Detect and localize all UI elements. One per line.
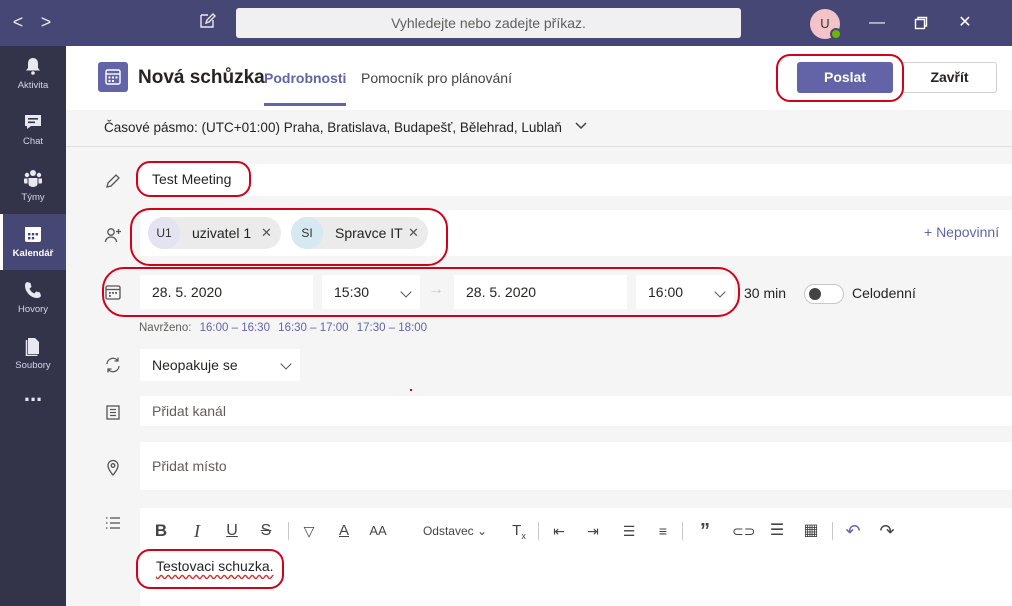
pencil-icon: [106, 174, 120, 188]
back-button[interactable]: <: [8, 12, 28, 32]
app-rail: Aktivita Chat Týmy Kalendář Hovory Soubo…: [0, 46, 66, 606]
rail-item-calendar[interactable]: Kalendář: [0, 214, 66, 270]
paragraph-label: Odstavec: [422, 524, 474, 538]
annotation-body: [136, 549, 284, 589]
annotation-datetime: [102, 267, 740, 317]
location-pin-icon: [107, 459, 119, 476]
presence-icon: [830, 28, 842, 40]
more-icon: ...: [23, 381, 43, 406]
redo-icon[interactable]: ↷: [878, 520, 896, 542]
rail-item-teams[interactable]: Týmy: [0, 158, 66, 214]
user-avatar[interactable]: U: [810, 9, 842, 40]
suggested-slot[interactable]: 16:00 – 16:30: [200, 322, 270, 334]
channel-input[interactable]: Přidat kanál: [140, 396, 1012, 426]
calendar-icon: [25, 227, 41, 242]
page-title: Nová schůzka: [138, 67, 265, 88]
toggle-knob: [809, 288, 821, 300]
decrease-indent-icon[interactable]: ⇤: [550, 520, 568, 542]
teams-icon: [24, 170, 42, 187]
horizontal-rule-icon[interactable]: ☰: [768, 520, 786, 542]
suggested-label: Navrženo:: [139, 322, 192, 334]
title-bar: < > Vyhledejte nebo zadejte příkaz. U — …: [0, 0, 1012, 46]
rail-label: Soubory: [15, 360, 51, 371]
underline-icon[interactable]: U: [224, 520, 240, 542]
phone-icon: [25, 282, 41, 298]
annotation-send: [776, 54, 904, 102]
forward-button[interactable]: >: [36, 12, 56, 32]
strikethrough-icon[interactable]: S: [258, 520, 274, 542]
quote-icon[interactable]: ”: [696, 520, 714, 542]
clear-formatting-icon[interactable]: Tx: [510, 520, 528, 542]
rail-item-more[interactable]: ...: [0, 381, 66, 424]
repeat-select[interactable]: Neopakuje se: [140, 349, 300, 381]
tab-scheduling-assistant[interactable]: Pomocník pro plánování: [361, 70, 512, 86]
chevron-down-icon: [280, 358, 292, 370]
chat-icon: [25, 115, 41, 129]
minimize-icon[interactable]: —: [866, 12, 888, 34]
timezone-selector[interactable]: Časové pásmo: (UTC+01:00) Praha, Bratisl…: [104, 120, 588, 135]
stray-mark: [410, 389, 412, 391]
toolbar-divider: [832, 522, 833, 540]
rail-label: Chat: [22, 136, 44, 147]
add-attendee-icon: [104, 228, 121, 243]
rail-label: Týmy: [21, 192, 45, 203]
list-details-icon: [106, 517, 120, 529]
active-tab-indicator: [264, 103, 346, 106]
close-button[interactable]: Zavřít: [902, 62, 997, 93]
numbered-list-icon[interactable]: ≡: [654, 520, 672, 542]
repeat-value: Neopakuje se: [152, 357, 238, 373]
close-window-icon[interactable]: ✕: [954, 12, 976, 34]
bold-icon[interactable]: B: [154, 520, 168, 542]
location-placeholder: Přidat místo: [152, 458, 227, 474]
optional-attendees-link[interactable]: + Nepovinní: [924, 224, 999, 240]
bell-icon: [26, 58, 40, 75]
font-color-icon[interactable]: A: [336, 520, 352, 542]
chevron-down-icon: [575, 122, 587, 130]
compose-icon[interactable]: [198, 12, 216, 30]
rail-item-calls[interactable]: Hovory: [0, 270, 66, 326]
undo-icon[interactable]: ↶: [844, 520, 862, 542]
tab-details[interactable]: Podrobnosti: [264, 70, 346, 86]
location-input[interactable]: Přidat místo: [140, 442, 1012, 490]
rail-item-activity[interactable]: Aktivita: [0, 46, 66, 102]
annotation-attendees: [130, 208, 448, 266]
file-icon: [25, 338, 39, 356]
rail-label: Hovory: [17, 304, 49, 315]
rail-label: Kalendář: [12, 248, 54, 259]
table-icon[interactable]: ▦: [802, 520, 820, 542]
highlight-icon[interactable]: ▽: [300, 520, 318, 542]
italic-icon[interactable]: I: [190, 520, 204, 542]
suggested-slot[interactable]: 16:30 – 17:00: [278, 322, 348, 334]
toolbar-divider: [538, 522, 539, 540]
annotation-title: [136, 161, 251, 197]
divider: [66, 146, 1012, 147]
rail-label: Aktivita: [17, 80, 49, 91]
rail-item-chat[interactable]: Chat: [0, 102, 66, 158]
increase-indent-icon[interactable]: ⇥: [584, 520, 602, 542]
link-icon[interactable]: ⊂⊃: [732, 520, 755, 542]
channel-icon: [106, 405, 120, 420]
all-day-label: Celodenní: [852, 285, 916, 301]
meeting-form: Nová schůzka Podrobnosti Pomocník pro pl…: [66, 46, 1012, 606]
search-input[interactable]: Vyhledejte nebo zadejte příkaz.: [236, 8, 741, 38]
channel-placeholder: Přidat kanál: [152, 403, 226, 419]
paragraph-select[interactable]: Odstavec ⌄: [420, 520, 490, 542]
bulleted-list-icon[interactable]: ☰: [620, 520, 638, 542]
title-input[interactable]: Test Meeting: [140, 164, 1012, 196]
suggested-times: Navrženo: 16:00 – 16:30 16:30 – 17:00 17…: [139, 322, 427, 334]
toolbar-divider: [288, 522, 289, 540]
duration-label: 30 min: [744, 285, 787, 301]
all-day-toggle[interactable]: [804, 284, 844, 304]
rail-item-files[interactable]: Soubory: [0, 326, 66, 382]
restore-icon[interactable]: [910, 12, 932, 34]
avatar-initial: U: [820, 16, 830, 31]
toolbar-divider: [682, 522, 683, 540]
suggested-slot[interactable]: 17:30 – 18:00: [357, 322, 427, 334]
new-meeting-icon: [98, 62, 128, 92]
repeat-icon: [106, 357, 120, 373]
font-size-icon[interactable]: AA: [368, 520, 388, 542]
timezone-label: Časové pásmo: (UTC+01:00) Praha, Bratisl…: [104, 120, 562, 135]
